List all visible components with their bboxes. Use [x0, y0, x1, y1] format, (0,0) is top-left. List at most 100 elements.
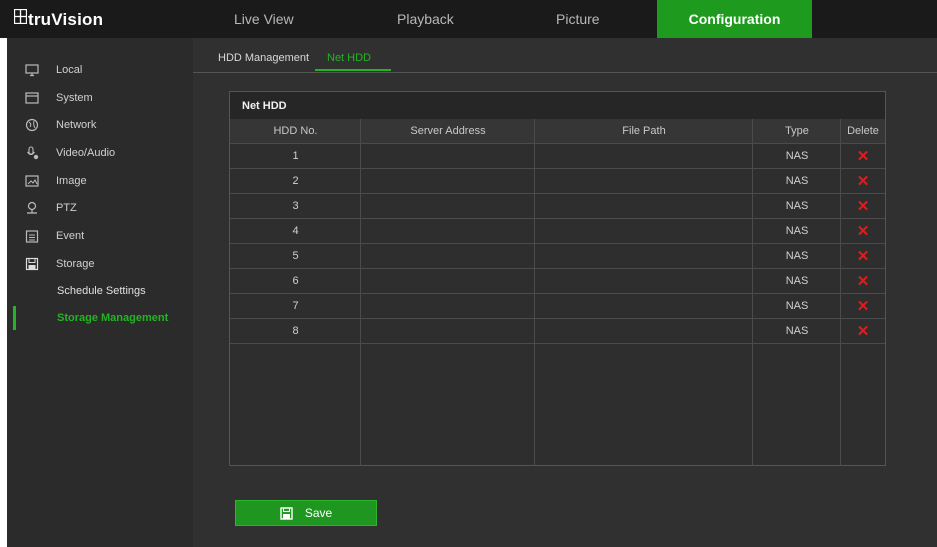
sidebar-item-ptz[interactable]: PTZ [7, 195, 193, 221]
config-sidebar: Local System Network Video/Audio Image P… [7, 38, 193, 547]
table-row: 1 NAS ✕ [230, 144, 885, 169]
image-icon [25, 174, 39, 188]
column-header-type: Type [785, 125, 809, 137]
cell-server-address [361, 194, 535, 218]
save-button[interactable]: Save [235, 500, 377, 526]
table-row: 7 NAS ✕ [230, 294, 885, 319]
cell-file-path [535, 194, 753, 218]
cell-hdd-no: 6 [292, 275, 299, 287]
table-row: 4 NAS ✕ [230, 219, 885, 244]
net-hdd-table: Net HDD HDD No. Server Address File Path… [229, 91, 886, 466]
cell-type: NAS [785, 275, 809, 287]
active-indicator [13, 306, 16, 330]
sidebar-item-label: Image [56, 175, 87, 187]
delete-icon[interactable]: ✕ [857, 297, 870, 315]
cell-type: NAS [785, 250, 809, 262]
cell-delete: ✕ [841, 294, 885, 318]
table-row: 6 NAS ✕ [230, 269, 885, 294]
cell-delete: ✕ [841, 169, 885, 193]
calendar-icon [25, 229, 39, 243]
storage-icon [25, 257, 39, 271]
column-header-file-path: File Path [622, 125, 666, 137]
table-header-row: HDD No. Server Address File Path Type De… [230, 119, 885, 144]
delete-icon[interactable]: ✕ [857, 272, 870, 290]
table-row: 2 NAS ✕ [230, 169, 885, 194]
cell-server-address [361, 319, 535, 343]
cell-hdd-no: 4 [292, 225, 299, 237]
ptz-camera-icon [25, 201, 39, 215]
cell-type: NAS [785, 150, 809, 162]
column-header-hdd-no: HDD No. [273, 125, 318, 137]
cell-hdd-no: 2 [292, 175, 299, 187]
save-icon [280, 506, 293, 520]
cell-file-path [535, 319, 753, 343]
system-icon [25, 91, 39, 105]
sidebar-subitem-label: Schedule Settings [57, 285, 146, 297]
cell-type: NAS [785, 200, 809, 212]
sidebar-item-label: PTZ [56, 202, 77, 214]
sidebar-item-event[interactable]: Event [7, 223, 193, 249]
sidebar-item-label: Storage [56, 258, 95, 270]
tab-net-hdd[interactable]: Net HDD [327, 52, 371, 64]
sidebar-item-image[interactable]: Image [7, 168, 193, 194]
subtab-bar: HDD Management Net HDD [193, 38, 937, 73]
cell-type: NAS [785, 325, 809, 337]
nav-tab-live-view[interactable]: Live View [234, 0, 294, 38]
delete-icon[interactable]: ✕ [857, 222, 870, 240]
sidebar-item-label: Network [56, 119, 97, 131]
sidebar-item-storage[interactable]: Storage [7, 251, 193, 277]
delete-icon[interactable]: ✕ [857, 197, 870, 215]
cell-file-path [535, 269, 753, 293]
delete-icon[interactable]: ✕ [857, 322, 870, 340]
delete-icon[interactable]: ✕ [857, 247, 870, 265]
cell-type: NAS [785, 225, 809, 237]
nav-tab-configuration[interactable]: Configuration [657, 0, 812, 38]
column-header-delete: Delete [847, 125, 879, 137]
sidebar-item-network[interactable]: Network [7, 112, 193, 138]
logo-text: truVision [28, 10, 104, 29]
nav-tab-picture[interactable]: Picture [556, 0, 600, 38]
cell-server-address [361, 169, 535, 193]
cell-type: NAS [785, 175, 809, 187]
cell-type: NAS [785, 300, 809, 312]
truvision-logo: truVision [14, 8, 103, 32]
cell-file-path [535, 169, 753, 193]
column-divider [840, 119, 841, 465]
microphone-icon [25, 146, 39, 160]
sidebar-subitem-schedule-settings[interactable]: Schedule Settings [7, 279, 193, 303]
globe-icon [25, 118, 39, 132]
cell-file-path [535, 144, 753, 168]
main-content-panel: HDD Management Net HDD Net HDD HDD No. S… [193, 38, 937, 547]
sidebar-item-label: Local [56, 64, 83, 76]
sidebar-item-video-audio[interactable]: Video/Audio [7, 140, 193, 166]
top-navigation-bar: truVision Live View Playback Picture Con… [0, 0, 937, 38]
save-button-label: Save [304, 506, 333, 520]
cell-hdd-no: 7 [292, 300, 299, 312]
cell-delete: ✕ [841, 219, 885, 243]
sidebar-item-system[interactable]: System [7, 85, 193, 111]
sidebar-subitem-storage-management[interactable]: Storage Management [7, 306, 193, 330]
nav-tab-playback[interactable]: Playback [397, 0, 454, 38]
cell-delete: ✕ [841, 194, 885, 218]
delete-icon[interactable]: ✕ [857, 172, 870, 190]
truvision-logo-icon [14, 8, 27, 24]
column-divider [752, 119, 753, 465]
column-header-server-address: Server Address [410, 125, 486, 137]
sidebar-item-label: System [56, 92, 93, 104]
cell-hdd-no: 3 [292, 200, 299, 212]
cell-hdd-no: 5 [292, 250, 299, 262]
sidebar-subitem-label: Storage Management [57, 312, 169, 324]
delete-icon[interactable]: ✕ [857, 147, 870, 165]
tab-hdd-management[interactable]: HDD Management [218, 52, 309, 64]
cell-delete: ✕ [841, 269, 885, 293]
sidebar-item-label: Video/Audio [56, 147, 116, 159]
cell-server-address [361, 144, 535, 168]
sidebar-item-local[interactable]: Local [7, 57, 193, 83]
table-row: 8 NAS ✕ [230, 319, 885, 344]
cell-delete: ✕ [841, 319, 885, 343]
table-row: 3 NAS ✕ [230, 194, 885, 219]
cell-server-address [361, 244, 535, 268]
table-row: 5 NAS ✕ [230, 244, 885, 269]
monitor-icon [25, 63, 39, 77]
cell-hdd-no: 1 [292, 150, 299, 162]
